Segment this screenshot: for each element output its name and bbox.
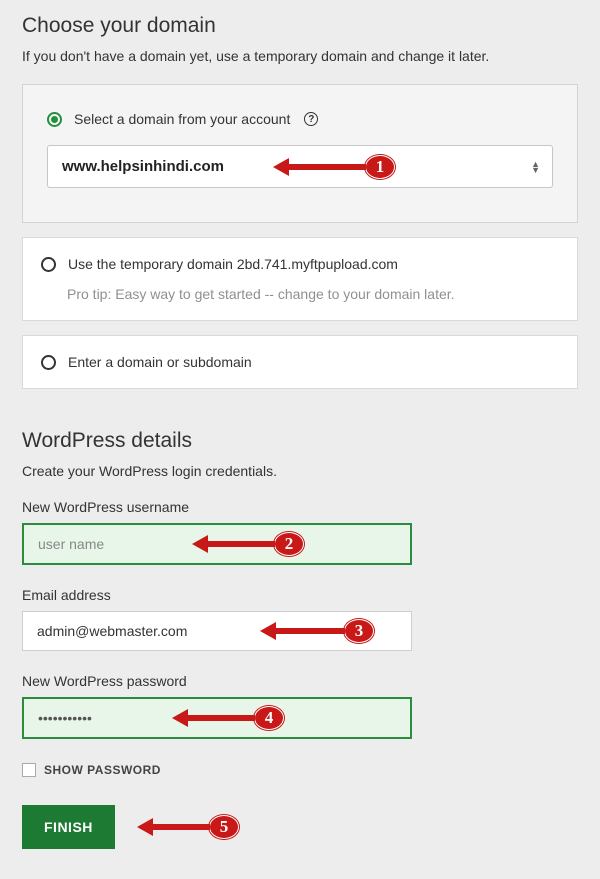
protip-text: Pro tip: Easy way to get started -- chan… xyxy=(67,286,559,302)
wordpress-details-title: WordPress details xyxy=(22,429,578,453)
show-password-label: SHOW PASSWORD xyxy=(44,763,161,777)
chevron-updown-icon: ▲▼ xyxy=(531,161,540,173)
email-input[interactable]: admin@webmaster.com xyxy=(22,611,412,651)
radio-label: Use the temporary domain 2bd.741.myftpup… xyxy=(68,256,398,272)
radio-enter-domain[interactable] xyxy=(41,355,56,370)
selected-domain-value: www.helpsinhindi.com xyxy=(62,158,224,175)
finish-button[interactable]: FINISH xyxy=(22,805,115,849)
username-input[interactable]: user name xyxy=(22,523,412,565)
choose-domain-desc: If you don't have a domain yet, use a te… xyxy=(22,48,578,64)
domain-option-select-from-account[interactable]: Select a domain from your account ? www.… xyxy=(22,84,578,223)
annotation-badge-1: 1 xyxy=(365,155,395,179)
domain-option-temporary[interactable]: Use the temporary domain 2bd.741.myftpup… xyxy=(22,237,578,321)
password-label: New WordPress password xyxy=(22,673,578,689)
email-label: Email address xyxy=(22,587,578,603)
help-icon[interactable]: ? xyxy=(304,112,318,126)
wordpress-details-desc: Create your WordPress login credentials. xyxy=(22,463,578,479)
radio-select-from-account[interactable] xyxy=(47,112,62,127)
password-input[interactable]: ••••••••••• xyxy=(22,697,412,739)
radio-label: Select a domain from your account xyxy=(74,111,290,127)
username-label: New WordPress username xyxy=(22,499,578,515)
radio-temporary-domain[interactable] xyxy=(41,257,56,272)
annotation-badge-5: 5 xyxy=(209,815,239,839)
choose-domain-title: Choose your domain xyxy=(22,14,578,38)
show-password-checkbox[interactable] xyxy=(22,763,36,777)
radio-label: Enter a domain or subdomain xyxy=(68,354,252,370)
domain-select-dropdown[interactable]: www.helpsinhindi.com ▲▼ 1 xyxy=(47,145,553,188)
domain-option-enter-manual[interactable]: Enter a domain or subdomain xyxy=(22,335,578,389)
